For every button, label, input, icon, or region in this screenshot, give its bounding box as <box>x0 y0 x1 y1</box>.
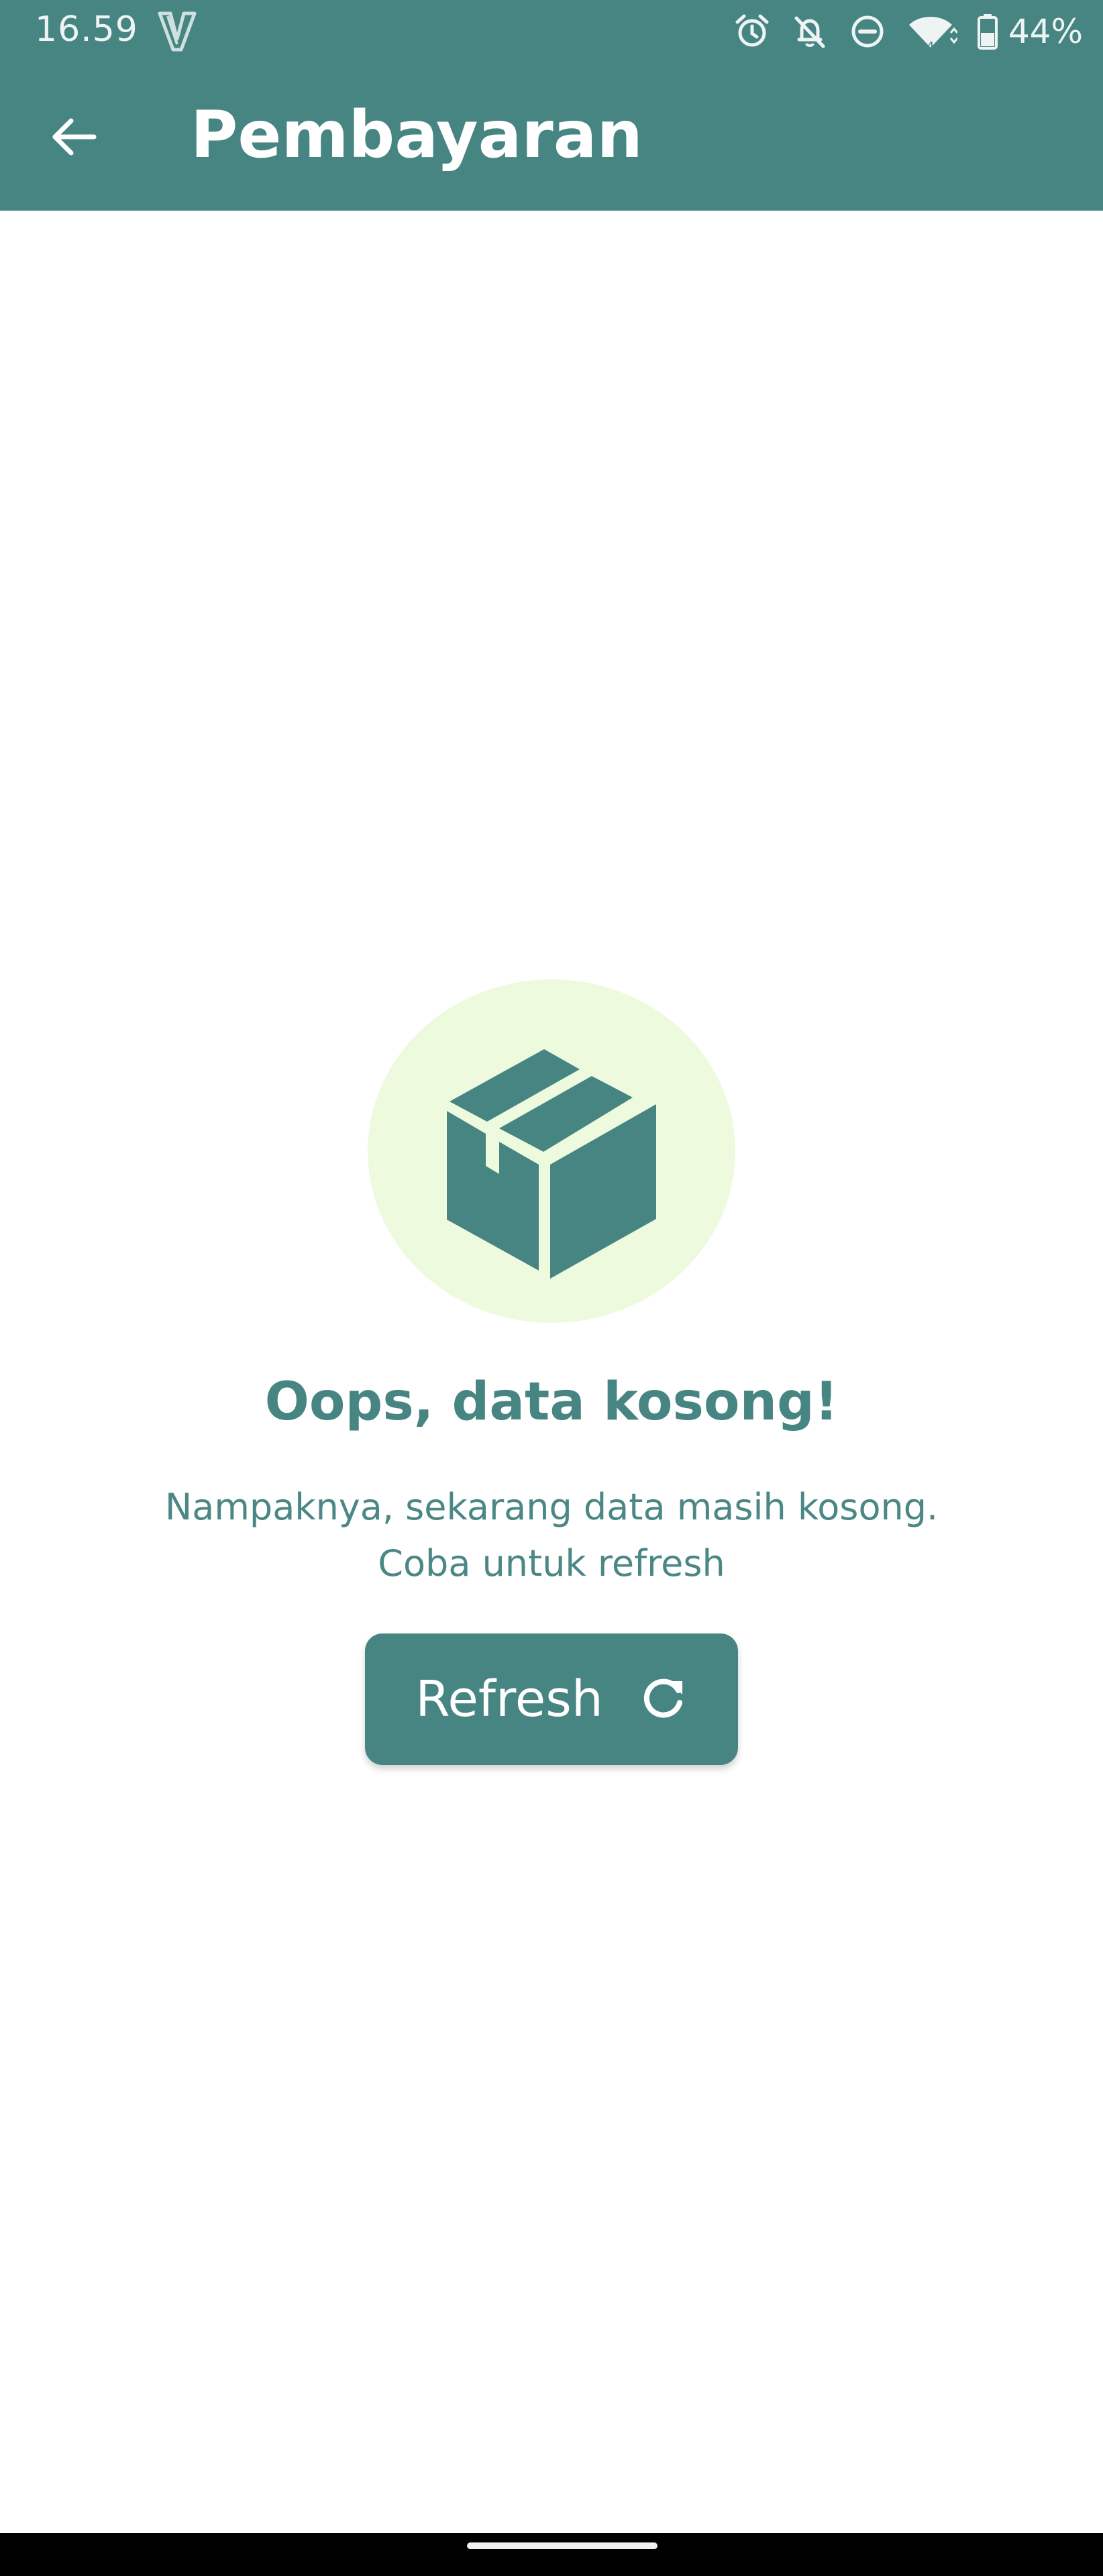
back-button[interactable] <box>40 105 107 172</box>
payment-screen: 16.59 4 44% Pembayaran Oops, data kosong… <box>0 0 1103 2576</box>
refresh-icon <box>641 1674 688 1724</box>
svg-text:4: 4 <box>927 40 934 50</box>
refresh-button[interactable]: Refresh <box>365 1633 738 1765</box>
refresh-button-label: Refresh <box>415 1670 603 1728</box>
v-logo-icon <box>157 9 197 52</box>
empty-state-description-line2: Coba untuk refresh <box>378 1542 725 1585</box>
app-bar: Pembayaran <box>0 64 1103 211</box>
home-gesture-handle[interactable] <box>467 2542 658 2549</box>
arrow-back-icon <box>50 113 98 164</box>
battery-percentage: 44% <box>1008 12 1083 51</box>
status-bar: 16.59 4 44% <box>0 0 1103 64</box>
empty-state-illustration <box>368 979 735 1323</box>
alarm-icon <box>733 13 771 50</box>
do-not-disturb-icon <box>849 13 886 50</box>
empty-state-title: Oops, data kosong! <box>264 1372 839 1432</box>
notifications-off-icon <box>791 13 829 50</box>
status-time: 16.59 <box>35 9 138 50</box>
empty-state-description: Nampaknya, sekarang data masih kosong. C… <box>0 1479 1103 1592</box>
system-navigation-bar <box>0 2533 1103 2576</box>
status-icons: 4 44% <box>733 8 1083 55</box>
wifi-icon: 4 <box>906 13 957 50</box>
top-bar: 16.59 4 44% Pembayaran <box>0 0 1103 211</box>
battery-icon <box>977 13 998 50</box>
page-title: Pembayaran <box>191 97 643 172</box>
empty-state-description-line1: Nampaknya, sekarang data masih kosong. <box>164 1486 939 1528</box>
